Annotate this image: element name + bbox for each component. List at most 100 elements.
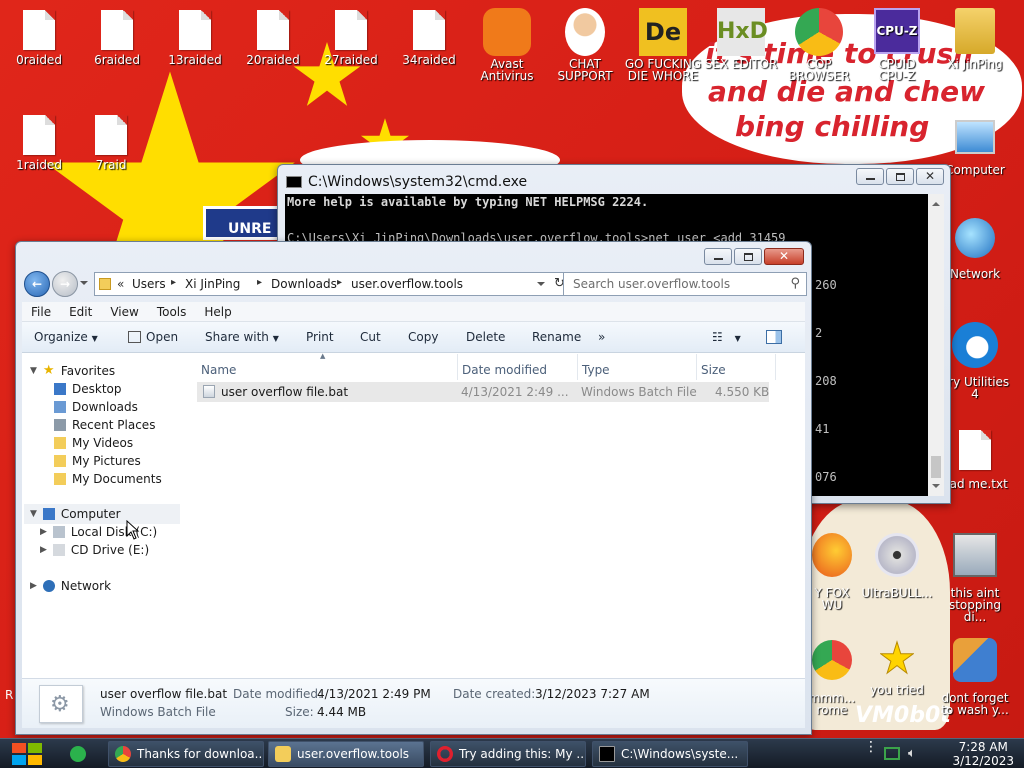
column-header-date-modified[interactable]: Date modified [462, 363, 547, 377]
collapse-chevron-icon[interactable]: ▶ [40, 527, 47, 537]
preview-pane-button[interactable] [766, 330, 782, 344]
close-button[interactable]: ✕ [764, 248, 804, 265]
expand-chevron-icon[interactable]: ▼ [30, 366, 37, 376]
explorer-window[interactable]: ✕ ← → « Users ▸ Xi JinPing ▸ Downloads ▸… [15, 241, 812, 735]
share-with-button[interactable]: Share with ▼ [205, 330, 279, 344]
address-dropdown-icon[interactable] [537, 282, 545, 290]
nav-desktop[interactable]: Desktop [54, 380, 122, 398]
column-header-name[interactable]: Name [201, 363, 236, 377]
maximize-button[interactable] [886, 168, 914, 185]
scrollbar-thumb[interactable] [931, 456, 941, 478]
taskbar-button-opera[interactable]: Try adding this: My ... [430, 741, 586, 767]
taskbar-button-chrome[interactable]: Thanks for downloa... [108, 741, 264, 767]
cmd-titlebar[interactable]: C:\Windows\system32\cmd.exe ✕ [278, 165, 950, 195]
expand-chevron-icon[interactable]: ▼ [30, 509, 37, 519]
scroll-down-arrow-icon[interactable] [932, 484, 940, 492]
desktop-icon-6raided[interactable]: 6raided [78, 10, 156, 66]
breadcrumb-separator-icon[interactable]: ▸ [337, 277, 342, 288]
nav-recent-places[interactable]: Recent Places [54, 416, 155, 434]
desktop-icon-chat-support[interactable]: CHAT SUPPORT [546, 8, 624, 82]
desktop-icon-avast-antivirus[interactable]: Avast Antivirus [468, 8, 546, 82]
document-icon [23, 115, 55, 155]
recent-pages-dropdown-icon[interactable] [80, 281, 88, 289]
back-button[interactable]: ← [24, 271, 50, 297]
breadcrumb-separator-icon[interactable]: ▸ [171, 277, 176, 288]
breadcrumb-separator-icon[interactable]: ▸ [257, 277, 262, 288]
nav-network[interactable]: ▶ Network [30, 577, 111, 595]
column-header-type[interactable]: Type [582, 363, 610, 377]
breadcrumb-item[interactable]: user.overflow.tools [351, 277, 463, 291]
system-clock[interactable]: 7:28 AM 3/12/2023 [952, 740, 1014, 768]
desktop-icon-this-aint[interactable]: this aint stopping di... [936, 533, 1014, 623]
open-button[interactable]: Open [128, 330, 178, 344]
column-divider[interactable] [775, 354, 776, 380]
column-header-size[interactable]: Size [701, 363, 726, 377]
desktop-icon-13raided[interactable]: 13raided [156, 10, 234, 66]
minimize-button[interactable] [704, 248, 732, 265]
desktop-icon-cpuz[interactable]: CPU-Z CPUID CPU-Z [858, 8, 936, 82]
cd-drive-icon [52, 544, 65, 556]
delete-button[interactable]: Delete [466, 330, 505, 344]
search-box[interactable]: Search user.overflow.tools ⚲ [563, 272, 807, 296]
minimize-button[interactable] [856, 168, 884, 185]
scroll-up-arrow-icon[interactable] [932, 198, 940, 206]
nav-favorites[interactable]: ▼ ★ Favorites [30, 362, 115, 380]
nav-my-pictures[interactable]: My Pictures [54, 452, 141, 470]
taskbar-button-label: Try adding this: My ... [459, 747, 586, 761]
menu-edit[interactable]: Edit [60, 305, 101, 319]
nav-my-videos[interactable]: My Videos [54, 434, 133, 452]
close-button[interactable]: ✕ [916, 168, 944, 185]
start-button[interactable] [10, 742, 44, 766]
column-divider[interactable] [696, 354, 697, 380]
network-status-icon[interactable] [884, 747, 900, 760]
menu-tools[interactable]: Tools [148, 305, 196, 319]
print-button[interactable]: Print [306, 330, 334, 344]
taskbar-button-cmd[interactable]: C:\Windows\syste... [592, 741, 748, 767]
nav-my-documents[interactable]: My Documents [54, 470, 162, 488]
nav-computer[interactable]: ▼ Computer [30, 505, 121, 523]
cut-button[interactable]: Cut [360, 330, 381, 344]
menu-file[interactable]: File [22, 305, 60, 319]
desktop-icon-7raid[interactable]: 7raid [72, 115, 150, 171]
pinned-app-button[interactable] [68, 744, 88, 764]
nav-downloads[interactable]: Downloads [54, 398, 138, 416]
nav-cd-drive[interactable]: ▶ CD Drive (E:) [40, 541, 149, 559]
address-bar[interactable]: « Users ▸ Xi JinPing ▸ Downloads ▸ user.… [94, 272, 570, 296]
column-divider[interactable] [577, 354, 578, 380]
desktop-icon-sex-editor[interactable]: HxD SEX EDITOR [702, 8, 780, 70]
desktop-icon-ultrabull[interactable]: UltraBULL... [858, 533, 936, 599]
cmd-scrollbar[interactable] [928, 194, 944, 496]
desktop-icon-cop-browser[interactable]: COP BROWSER [780, 8, 858, 82]
view-options-button[interactable]: ☷ ▼ [712, 330, 741, 344]
breadcrumb-item[interactable]: Downloads [271, 277, 337, 291]
cmd-icon [286, 176, 302, 188]
maximize-button[interactable] [734, 248, 762, 265]
file-row[interactable]: user overflow file.bat 4/13/2021 2:49 ..… [197, 382, 769, 402]
desktop-icon-20raided[interactable]: 20raided [234, 10, 312, 66]
copy-button[interactable]: Copy [408, 330, 438, 344]
rename-button[interactable]: Rename [532, 330, 581, 344]
desktop-icon-you-tried[interactable]: you tried [858, 638, 936, 696]
tray-overflow-icon[interactable]: ⋮ [864, 740, 878, 754]
more-commands-button[interactable]: » [598, 330, 605, 344]
desktop-icon-1raided[interactable]: 1raided [0, 115, 78, 171]
desktop-icon-dont-forget[interactable]: dont forget to wash y... [936, 638, 1014, 716]
organize-button[interactable]: Organize ▼ [34, 330, 98, 344]
desktop-icon-27raided[interactable]: 27raided [312, 10, 390, 66]
desktop-icon-xi-jinping[interactable]: Xi JinPing [936, 8, 1014, 70]
desktop-icon-go-die[interactable]: De GO FUCKING DIE WHORE [624, 8, 702, 82]
collapse-chevron-icon[interactable]: ▶ [40, 545, 47, 555]
desktop-icon-label: SEX EDITOR [704, 57, 778, 71]
menu-view[interactable]: View [101, 305, 147, 319]
taskbar-button-explorer[interactable]: user.overflow.tools [268, 741, 424, 767]
collapse-chevron-icon[interactable]: ▶ [30, 581, 37, 591]
breadcrumb-item[interactable]: Xi JinPing [185, 277, 240, 291]
desktop-icon-0raided[interactable]: 0raided [0, 10, 78, 66]
breadcrumb-item[interactable]: Users [132, 277, 166, 291]
forward-button[interactable]: → [52, 271, 78, 297]
menu-help[interactable]: Help [195, 305, 240, 319]
column-divider[interactable] [457, 354, 458, 380]
desktop-icon-34raided[interactable]: 34raided [390, 10, 468, 66]
volume-icon[interactable]: 🔈︎ [908, 746, 916, 761]
search-icon[interactable]: ⚲ [790, 276, 800, 291]
